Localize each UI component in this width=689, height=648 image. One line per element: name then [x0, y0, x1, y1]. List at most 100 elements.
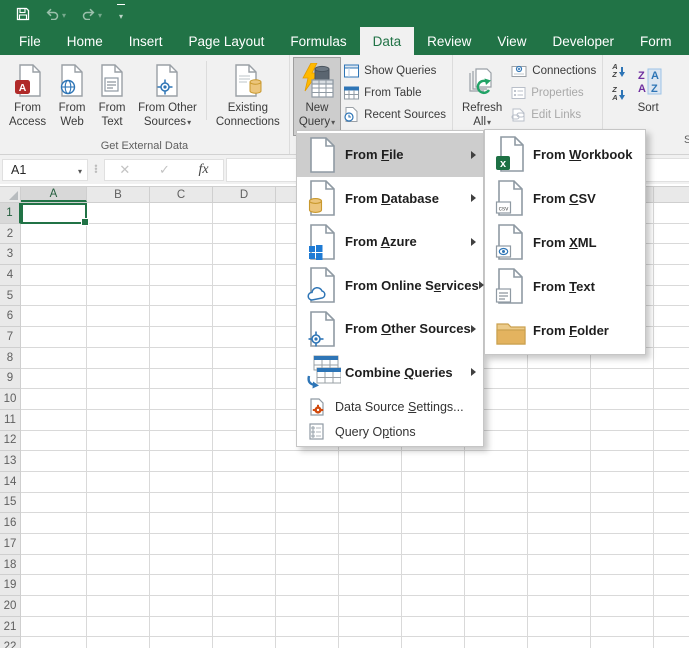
cell-E22[interactable]	[276, 637, 339, 648]
cell-B2[interactable]	[87, 223, 150, 245]
cell-D1[interactable]	[213, 203, 276, 224]
row-header-17[interactable]: 17	[0, 534, 21, 555]
row-header-18[interactable]: 18	[0, 554, 21, 576]
cell-partial-1[interactable]	[654, 203, 689, 224]
cell-partial-8[interactable]	[654, 347, 689, 369]
cell-D8[interactable]	[213, 347, 276, 369]
cell-I21[interactable]	[528, 616, 591, 638]
cell-C18[interactable]	[150, 554, 213, 576]
name-box[interactable]: A1	[2, 158, 88, 181]
cell-C17[interactable]	[150, 534, 213, 555]
row-header-3[interactable]: 3	[0, 244, 21, 266]
cell-G18[interactable]	[402, 554, 465, 576]
tab-view[interactable]: View	[484, 27, 539, 55]
cell-F20[interactable]	[339, 596, 402, 617]
column-header-D[interactable]: D	[213, 187, 276, 202]
cell-E20[interactable]	[276, 596, 339, 617]
tab-help[interactable]: Help	[685, 27, 689, 55]
cell-B5[interactable]	[87, 285, 150, 307]
cell-J18[interactable]	[591, 554, 654, 576]
cell-A2[interactable]	[21, 223, 87, 245]
menu-item-from-file[interactable]: From File	[297, 133, 483, 177]
from-table-button[interactable]: From Table	[341, 83, 449, 102]
cell-J9[interactable]	[591, 368, 654, 390]
cell-I15[interactable]	[528, 492, 591, 514]
row-header-5[interactable]: 5	[0, 285, 21, 307]
redo-button[interactable]	[81, 5, 102, 23]
cell-partial-9[interactable]	[654, 368, 689, 390]
cell-D11[interactable]	[213, 409, 276, 431]
cell-partial-16[interactable]	[654, 513, 689, 534]
cell-D17[interactable]	[213, 534, 276, 555]
from-text-button[interactable]: From Text	[92, 57, 132, 136]
existing-connections-button[interactable]: Existing Connections	[210, 57, 286, 136]
cell-D22[interactable]	[213, 637, 276, 648]
cell-C16[interactable]	[150, 513, 213, 534]
cell-B3[interactable]	[87, 244, 150, 266]
cell-I13[interactable]	[528, 451, 591, 472]
cell-D7[interactable]	[213, 327, 276, 348]
row-header-1[interactable]: 1	[0, 203, 21, 224]
menu-item-from-online-services[interactable]: From Online Services	[297, 264, 484, 308]
column-header-B[interactable]: B	[87, 187, 150, 202]
column-header-partial[interactable]	[654, 187, 689, 202]
refresh-all-button[interactable]: Refresh All	[456, 57, 508, 136]
cell-A17[interactable]	[21, 534, 87, 555]
cell-J13[interactable]	[591, 451, 654, 472]
menu-item-from-azure[interactable]: From Azure	[297, 220, 483, 264]
cell-partial-5[interactable]	[654, 285, 689, 307]
cell-J11[interactable]	[591, 409, 654, 431]
cell-D12[interactable]	[213, 430, 276, 452]
cell-A4[interactable]	[21, 265, 87, 286]
cell-A5[interactable]	[21, 285, 87, 307]
cell-I14[interactable]	[528, 471, 591, 493]
cell-I11[interactable]	[528, 409, 591, 431]
row-header-15[interactable]: 15	[0, 492, 21, 514]
cell-F19[interactable]	[339, 575, 402, 597]
cell-G21[interactable]	[402, 616, 465, 638]
cell-A14[interactable]	[21, 471, 87, 493]
cell-partial-15[interactable]	[654, 492, 689, 514]
cell-G14[interactable]	[402, 471, 465, 493]
cell-E21[interactable]	[276, 616, 339, 638]
row-header-2[interactable]: 2	[0, 223, 21, 245]
cell-B21[interactable]	[87, 616, 150, 638]
formula-bar-resize-handle[interactable]: • • •	[88, 162, 104, 177]
enter-check-icon[interactable]: ✓	[159, 162, 170, 178]
cell-C10[interactable]	[150, 389, 213, 410]
row-header-10[interactable]: 10	[0, 389, 21, 410]
cell-D20[interactable]	[213, 596, 276, 617]
tab-developer[interactable]: Developer	[539, 27, 627, 55]
cell-F17[interactable]	[339, 534, 402, 555]
cell-C9[interactable]	[150, 368, 213, 390]
cell-D13[interactable]	[213, 451, 276, 472]
cell-C6[interactable]	[150, 306, 213, 328]
cell-A20[interactable]	[21, 596, 87, 617]
tab-formulas[interactable]: Formulas	[277, 27, 359, 55]
cell-E13[interactable]	[276, 451, 339, 472]
sort-button[interactable]: Z A A Z Sort	[629, 57, 668, 136]
cell-G17[interactable]	[402, 534, 465, 555]
cell-F16[interactable]	[339, 513, 402, 534]
cell-C7[interactable]	[150, 327, 213, 348]
new-query-button[interactable]: New Query	[292, 57, 342, 136]
submenu-item-from-folder[interactable]: From Folder	[485, 308, 645, 352]
submenu-item-from-text[interactable]: From Text	[485, 264, 645, 308]
cell-J22[interactable]	[591, 637, 654, 648]
cell-J14[interactable]	[591, 471, 654, 493]
submenu-item-from-workbook[interactable]: x From Workbook	[485, 132, 645, 176]
cell-B20[interactable]	[87, 596, 150, 617]
from-access-button[interactable]: A From Access	[3, 57, 52, 136]
cancel-icon[interactable]: ✕	[119, 162, 130, 178]
cell-H15[interactable]	[465, 492, 528, 514]
cell-partial-3[interactable]	[654, 244, 689, 266]
cell-C5[interactable]	[150, 285, 213, 307]
menu-item-query-options[interactable]: Query Options	[297, 419, 483, 444]
cell-F14[interactable]	[339, 471, 402, 493]
cell-C21[interactable]	[150, 616, 213, 638]
row-header-12[interactable]: 12	[0, 430, 21, 452]
cell-B12[interactable]	[87, 430, 150, 452]
cell-H13[interactable]	[465, 451, 528, 472]
cell-H21[interactable]	[465, 616, 528, 638]
cell-C8[interactable]	[150, 347, 213, 369]
